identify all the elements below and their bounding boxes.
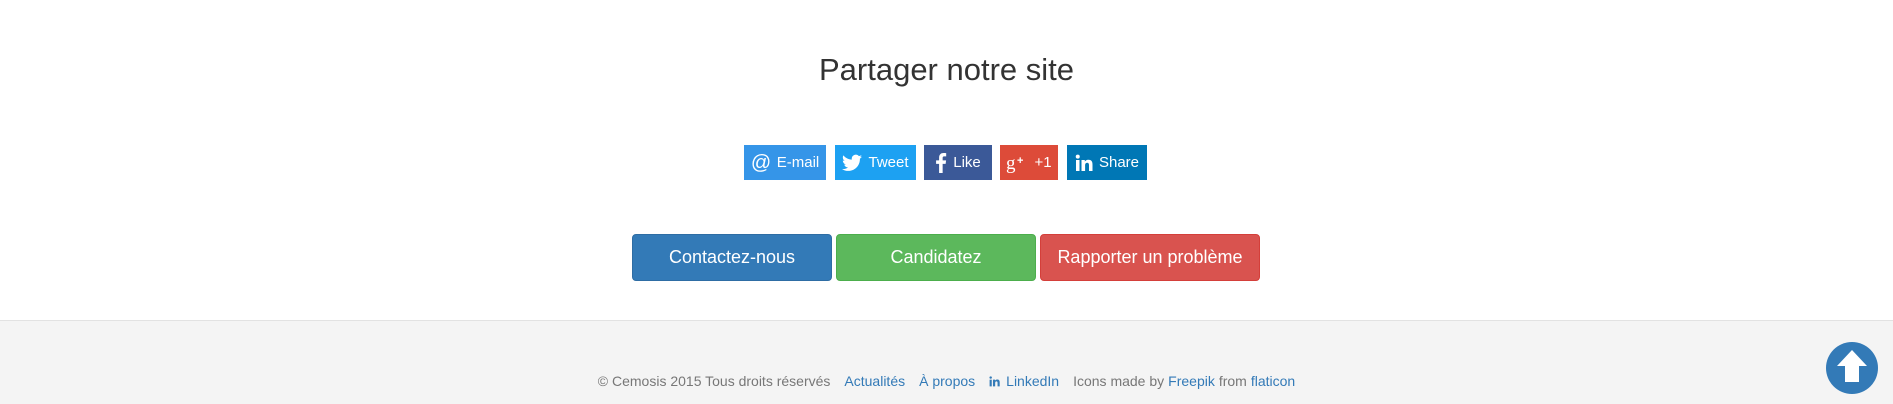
svg-text:+: + xyxy=(1017,155,1023,167)
footer-line: © Cemosis 2015 Tous droits réservés Actu… xyxy=(0,373,1893,389)
share-linkedin-button[interactable]: Share xyxy=(1067,145,1147,180)
report-problem-button-label: Rapporter un problème xyxy=(1057,247,1243,267)
contact-button-label: Contactez-nous xyxy=(668,247,796,267)
linkedin-link-label: LinkedIn xyxy=(1006,373,1060,389)
report-problem-button[interactable]: Rapporter un problème xyxy=(1040,234,1260,281)
apply-button[interactable]: Candidatez xyxy=(836,234,1036,281)
share-linkedin-label: Share xyxy=(1098,154,1140,171)
linkedin-icon xyxy=(989,375,1000,387)
arrow-up-icon xyxy=(1835,348,1869,389)
twitter-icon xyxy=(842,154,863,172)
share-email-button[interactable]: @ E-mail xyxy=(744,145,826,180)
share-tweet-button[interactable]: Tweet xyxy=(835,145,916,180)
share-like-label: Like xyxy=(953,154,981,171)
facebook-icon xyxy=(935,152,947,173)
share-tweet-label: Tweet xyxy=(868,154,909,171)
scroll-to-top-button[interactable] xyxy=(1826,342,1878,394)
google-plus-icon: g + xyxy=(1006,153,1028,173)
share-plusone-label: +1 xyxy=(1034,154,1052,171)
credits-from: from xyxy=(1218,373,1247,389)
svg-text:@: @ xyxy=(751,153,771,173)
footer: © Cemosis 2015 Tous droits réservés Actu… xyxy=(0,320,1893,404)
at-icon: @ xyxy=(751,153,771,173)
main-content: Partager notre site @ E-mail Tweet Like … xyxy=(0,0,1893,320)
about-link[interactable]: À propos xyxy=(919,373,975,389)
copyright-text: © Cemosis 2015 Tous droits réservés xyxy=(597,373,831,389)
linkedin-link[interactable]: LinkedIn xyxy=(989,373,1059,389)
share-email-label: E-mail xyxy=(776,154,820,171)
share-plusone-button[interactable]: g + +1 xyxy=(1000,145,1058,180)
news-link[interactable]: Actualités xyxy=(844,373,905,389)
contact-button[interactable]: Contactez-nous xyxy=(632,234,832,281)
svg-text:g: g xyxy=(1006,153,1016,173)
flaticon-link[interactable]: flaticon xyxy=(1251,373,1295,389)
share-like-button[interactable]: Like xyxy=(924,145,992,180)
freepik-link[interactable]: Freepik xyxy=(1168,373,1215,389)
share-heading: Partager notre site xyxy=(818,52,1075,87)
linkedin-icon xyxy=(1075,154,1093,172)
apply-button-label: Candidatez xyxy=(890,247,982,267)
credits-prefix: Icons made by xyxy=(1073,373,1165,389)
